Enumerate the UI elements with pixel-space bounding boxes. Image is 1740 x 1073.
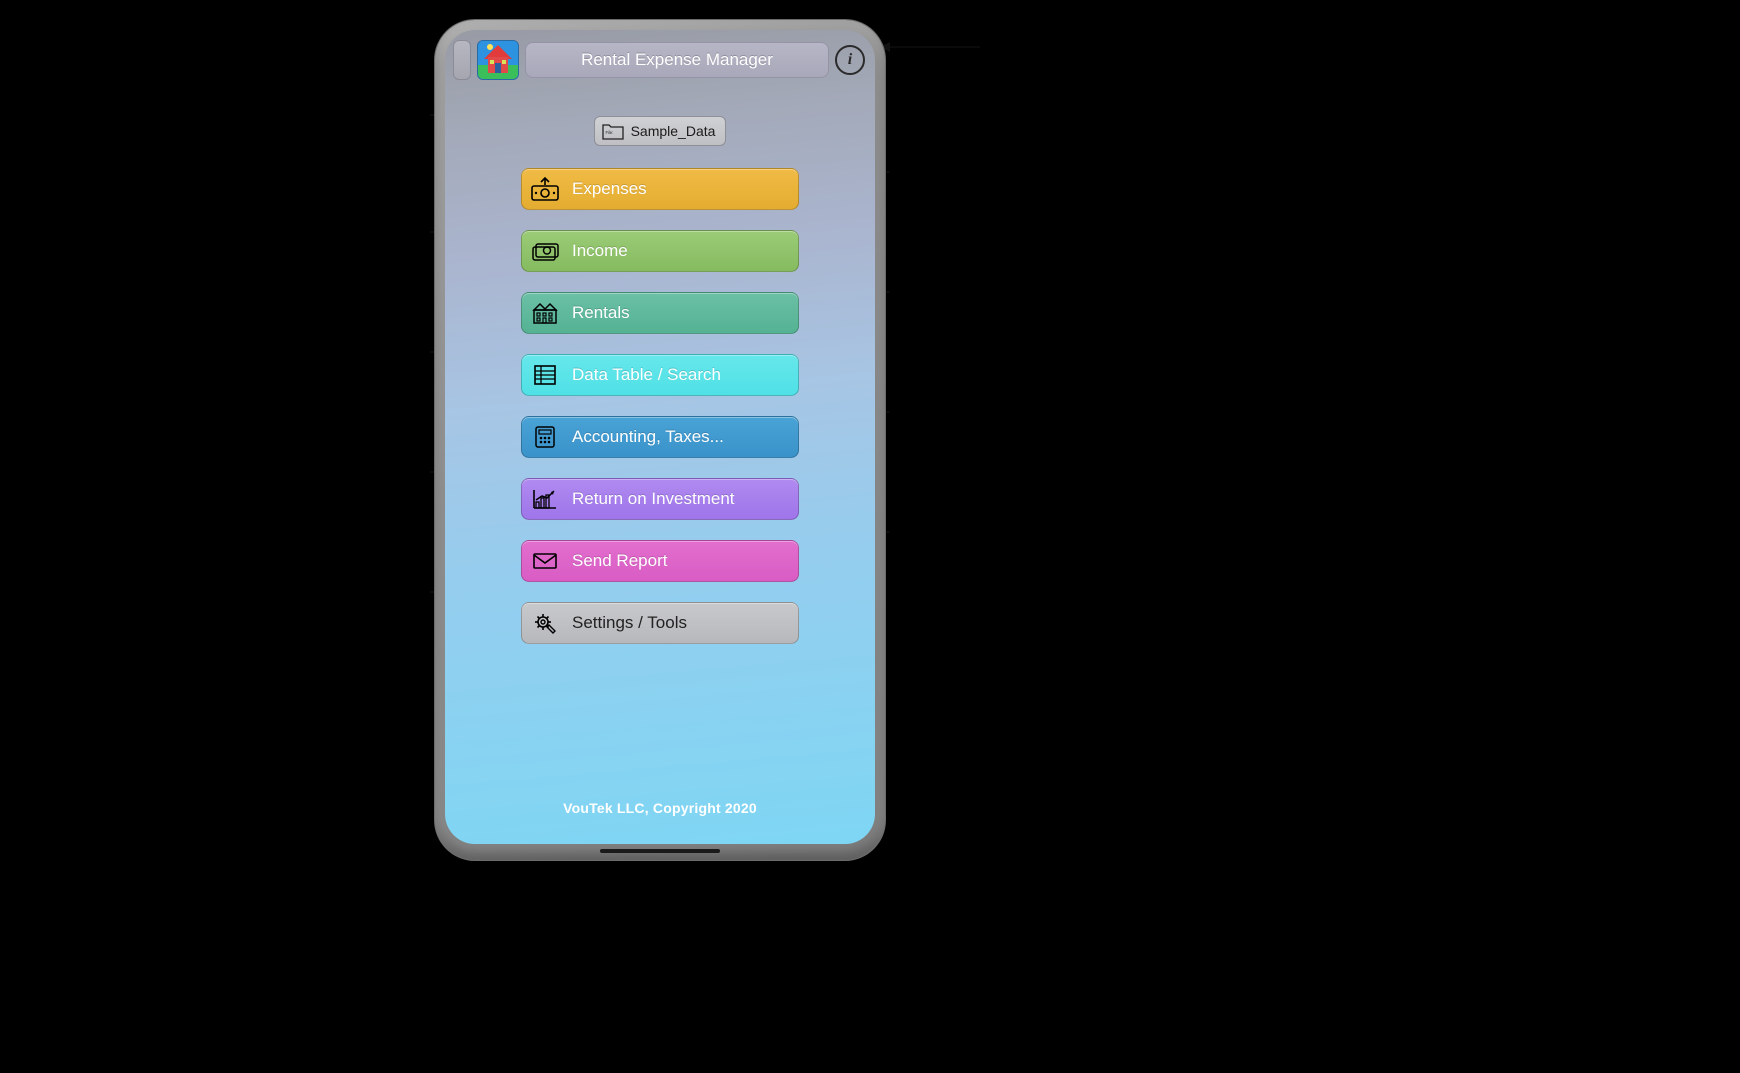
income-icon: [528, 236, 562, 266]
footer-copyright: VouTek LLC, Copyright 2020: [445, 800, 875, 816]
menu-send-report[interactable]: Send Report: [521, 540, 799, 582]
menu-rentals[interactable]: Rentals: [521, 292, 799, 334]
menu-income-label: Income: [572, 241, 628, 261]
accounting-icon: [528, 422, 562, 452]
menu-send-report-label: Send Report: [572, 551, 667, 571]
stage: Rental Expense Manager i File: Sample_Da…: [0, 0, 1740, 1073]
envelope-icon: [528, 546, 562, 576]
top-bar: Rental Expense Manager i: [445, 30, 875, 86]
menu-expenses-label: Expenses: [572, 179, 647, 199]
home-indicator[interactable]: [600, 849, 720, 853]
screen: Rental Expense Manager i File: Sample_Da…: [445, 30, 875, 844]
menu-data-table[interactable]: Data Table / Search: [521, 354, 799, 396]
menu-rentals-label: Rentals: [572, 303, 630, 323]
file-picker-button[interactable]: File: Sample_Data: [594, 116, 727, 146]
menu-roi-label: Return on Investment: [572, 489, 735, 509]
menu-accounting-label: Accounting, Taxes...: [572, 427, 724, 447]
menu-settings[interactable]: Settings / Tools: [521, 602, 799, 644]
app-title-label: Rental Expense Manager: [581, 50, 773, 70]
folder-icon: File:: [601, 121, 625, 141]
menu-expenses[interactable]: Expenses: [521, 168, 799, 210]
menu-button[interactable]: [453, 40, 471, 80]
table-icon: [528, 360, 562, 390]
file-row: File: Sample_Data: [445, 116, 875, 146]
rentals-icon: [528, 298, 562, 328]
main-menu: Expenses Income Rentals: [445, 168, 875, 644]
svg-text:File:: File:: [605, 130, 613, 135]
device-frame: Rental Expense Manager i File: Sample_Da…: [435, 20, 885, 860]
settings-icon: [528, 608, 562, 638]
menu-roi[interactable]: Return on Investment: [521, 478, 799, 520]
expenses-icon: [528, 174, 562, 204]
menu-income[interactable]: Income: [521, 230, 799, 272]
menu-accounting[interactable]: Accounting, Taxes...: [521, 416, 799, 458]
menu-settings-label: Settings / Tools: [572, 613, 687, 633]
roi-icon: [528, 484, 562, 514]
app-icon[interactable]: [477, 40, 519, 80]
info-icon: i: [848, 51, 852, 69]
app-title: Rental Expense Manager: [525, 42, 829, 78]
annotation-arrow: [870, 30, 980, 60]
menu-data-table-label: Data Table / Search: [572, 365, 721, 385]
file-name-label: Sample_Data: [631, 123, 716, 139]
info-button[interactable]: i: [835, 45, 865, 75]
